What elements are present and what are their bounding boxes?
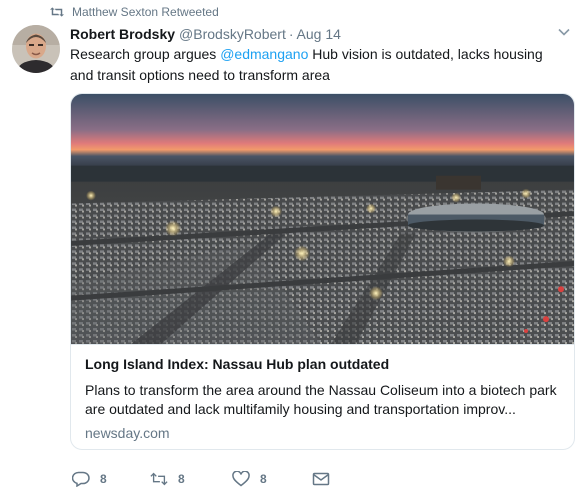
avatar[interactable] (12, 25, 60, 73)
heart-icon (232, 471, 250, 487)
author-handle[interactable]: @BrodskyRobert (179, 26, 286, 42)
envelope-icon (312, 472, 330, 486)
card-body: Long Island Index: Nassau Hub plan outda… (71, 345, 574, 442)
reply-button[interactable]: 8 (72, 468, 107, 490)
retweet-context[interactable]: Matthew Sexton Retweeted (50, 4, 219, 20)
tweet-timestamp[interactable]: Aug 14 (297, 26, 341, 42)
separator-dot: · (288, 26, 294, 42)
mention-link[interactable]: @edmangano (220, 46, 308, 62)
profile-photo (12, 25, 60, 73)
like-count: 8 (260, 472, 267, 486)
tweet-text-start: Research group argues (70, 46, 221, 62)
link-card[interactable]: Long Island Index: Nassau Hub plan outda… (70, 93, 575, 450)
retweet-icon (150, 472, 168, 486)
chevron-down-icon (558, 28, 570, 36)
author-fullname[interactable]: Robert Brodsky (70, 26, 175, 42)
card-image[interactable] (71, 94, 575, 345)
card-title[interactable]: Long Island Index: Nassau Hub plan outda… (85, 355, 560, 375)
card-description: Plans to transform the area around the N… (85, 382, 557, 417)
retweet-context-text[interactable]: Matthew Sexton Retweeted (72, 5, 219, 19)
retweet-count: 8 (178, 472, 185, 486)
tweet-text: Research group argues @edmangano Hub vis… (70, 44, 550, 86)
tweet-header: Robert Brodsky @BrodskyRobert · Aug 14 (70, 24, 341, 44)
tweet-actions: 8 8 8 (72, 468, 372, 490)
retweet-button[interactable]: 8 (150, 468, 185, 490)
direct-message-button[interactable] (312, 468, 340, 490)
more-options-button[interactable] (558, 25, 574, 41)
like-button[interactable]: 8 (232, 468, 267, 490)
retweet-icon (50, 7, 64, 17)
reply-count: 8 (100, 472, 107, 486)
reply-icon (72, 471, 90, 487)
card-domain: newsday.com (85, 425, 170, 441)
